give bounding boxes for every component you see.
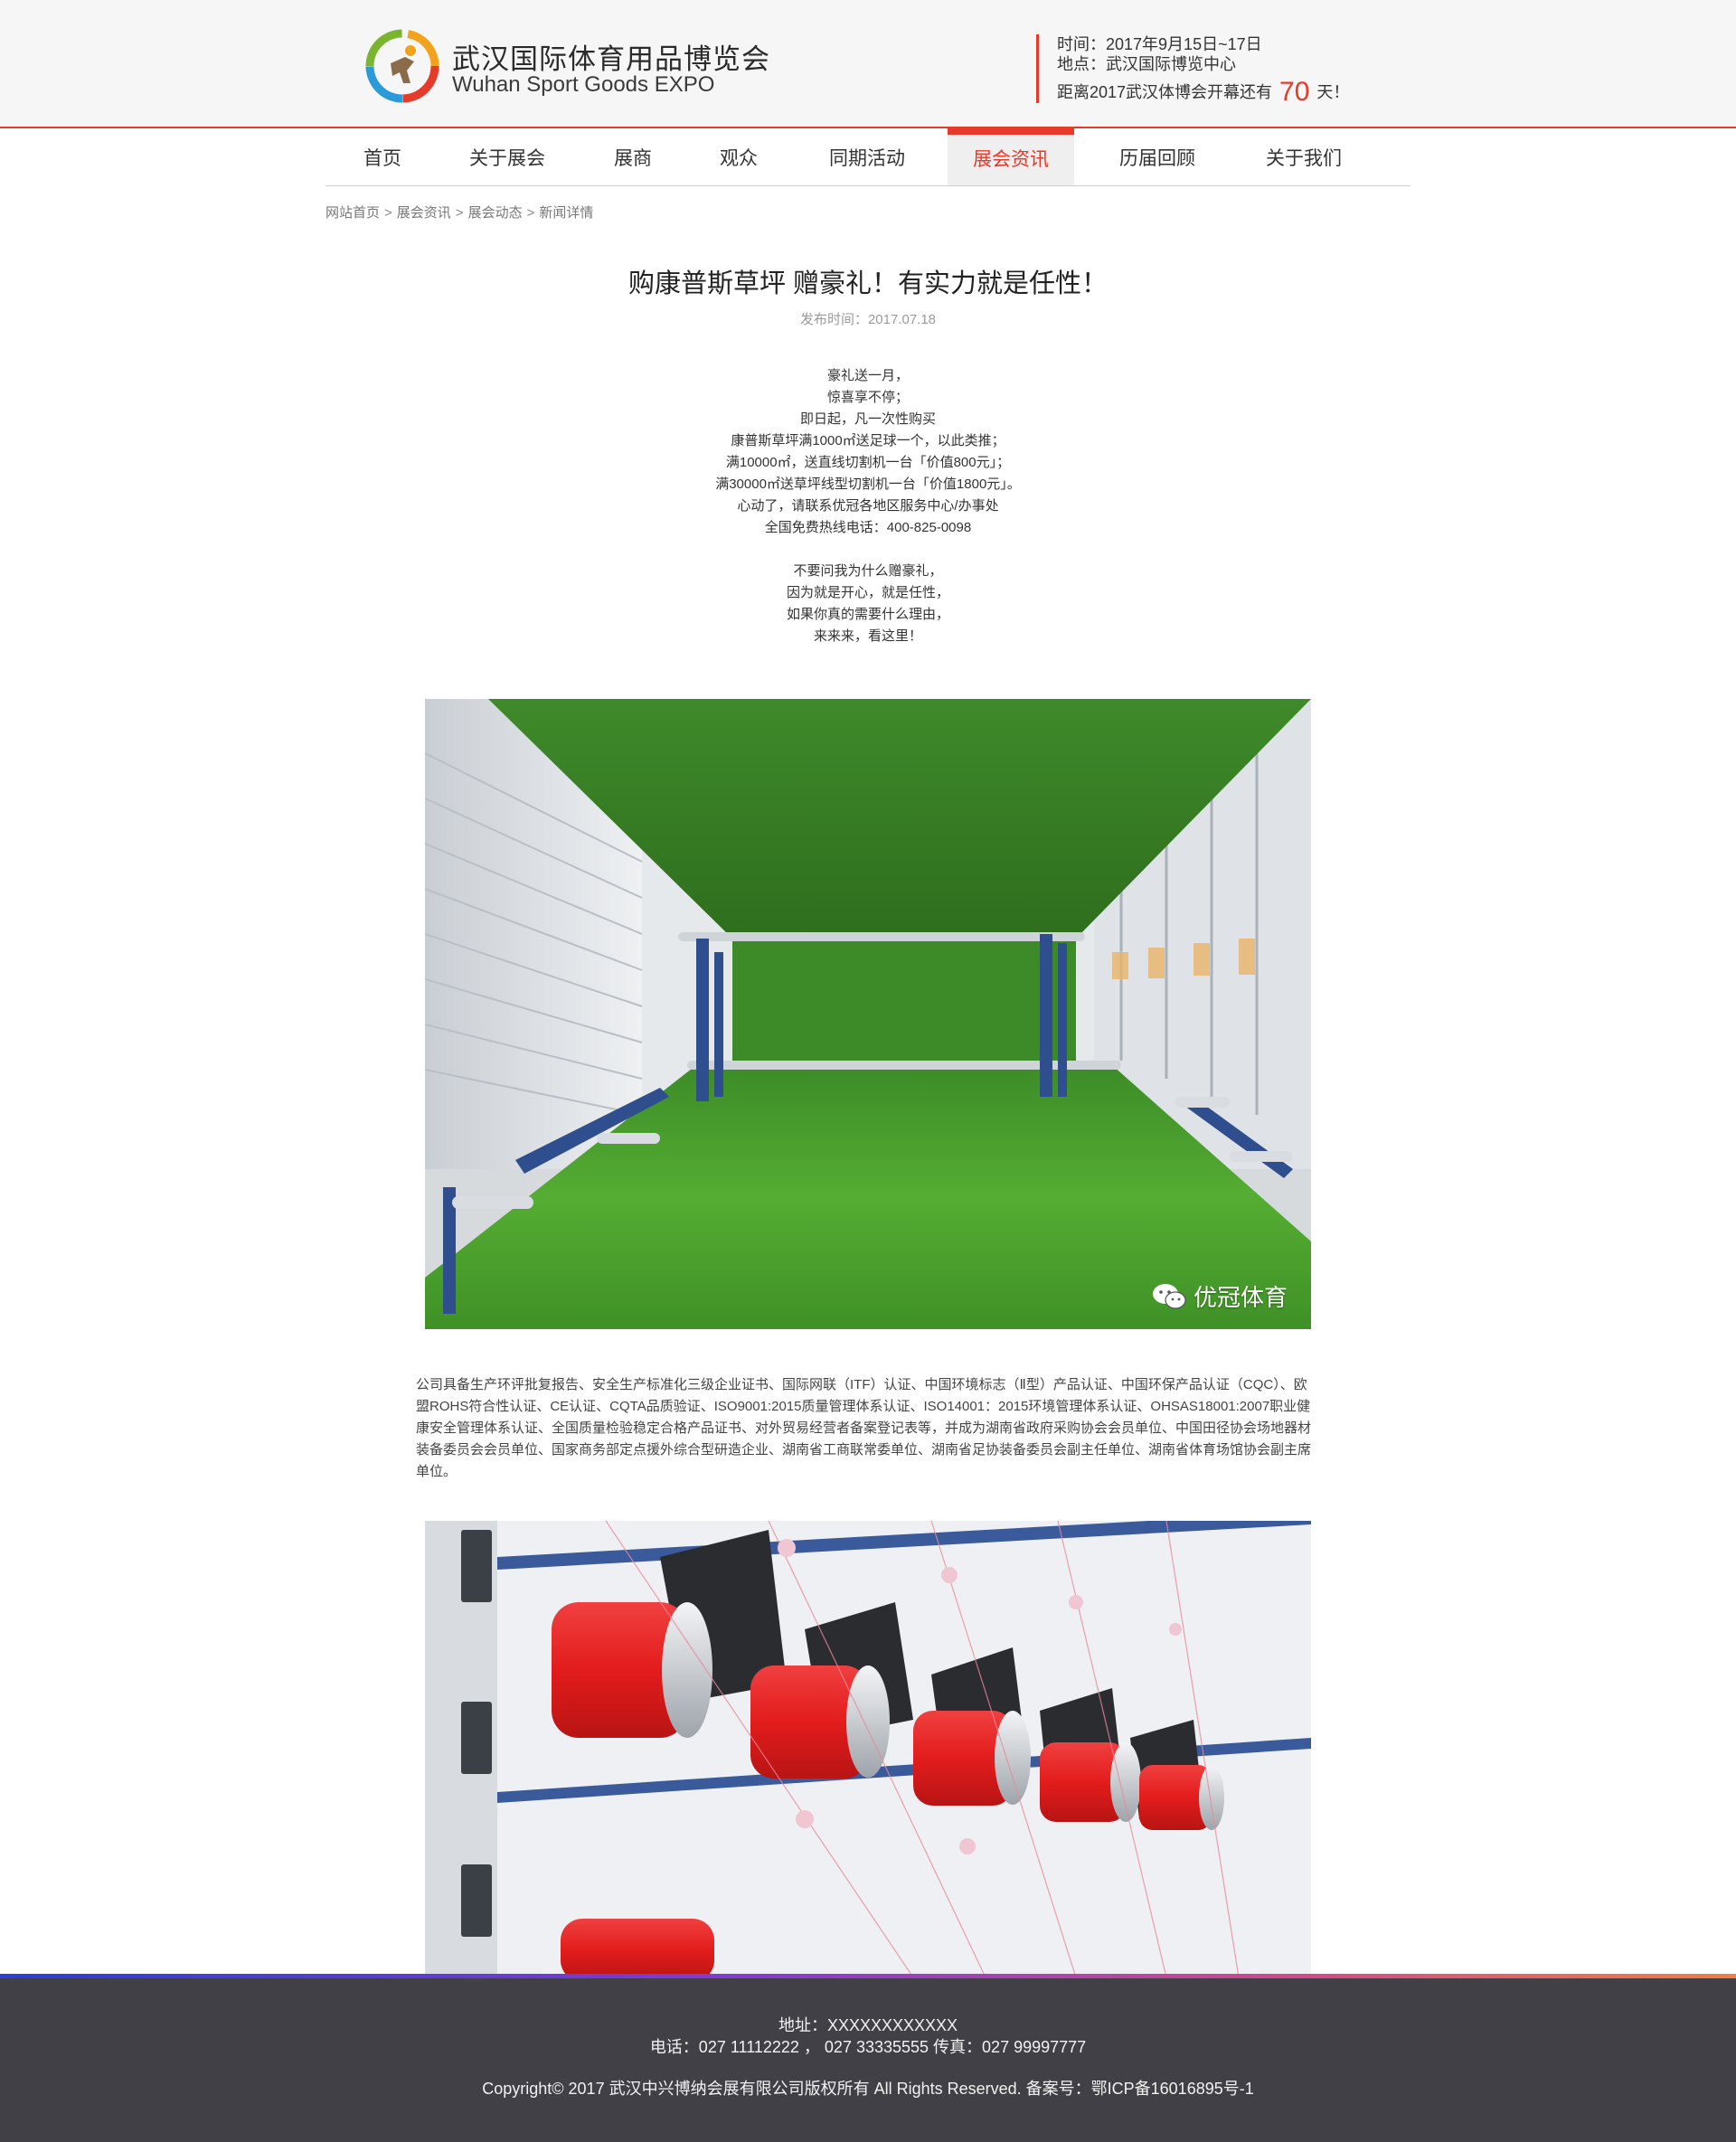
wechat-watermark: 优冠体育 xyxy=(1152,1279,1288,1313)
footer-phone: 电话：027 11112222 ， 027 33335555 传真：027 99… xyxy=(649,2038,1087,2056)
yarn-spools-illustration xyxy=(425,1521,1311,1977)
article-title: 购康普斯草坪 赠豪礼！有实力就是任性！ xyxy=(627,269,1109,298)
turf-production-photo: 优冠体育 xyxy=(425,699,1311,1329)
nav-exhibitors[interactable]: 展商 xyxy=(575,128,691,185)
article-intro: 豪礼送一月， 惊喜享不停； 即日起，凡一次性购买 康普斯草坪满1000㎡送足球一… xyxy=(506,365,1230,647)
intro-line: 心动了，请联系优冠各地区服务中心/办事处 xyxy=(737,498,999,514)
nav-events[interactable]: 同期活动 xyxy=(787,128,948,185)
footer-address: 地址：XXXXXXXXXXXX xyxy=(778,2016,958,2034)
intro-line: 惊喜享不停； xyxy=(826,390,909,405)
wechat-icon xyxy=(1152,1283,1186,1309)
nav-home[interactable]: 首页 xyxy=(326,128,439,185)
nav-past-review[interactable]: 历届回顾 xyxy=(1074,128,1241,185)
site-footer: 地址：XXXXXXXXXXXX 电话：027 11112222 ， 027 33… xyxy=(0,1974,1736,2142)
intro-line: 康普斯草坪满1000㎡送足球一个，以此类推； xyxy=(731,433,1005,448)
intro-line: 因为就是开心，就是任性， xyxy=(786,585,949,600)
intro-line: 全国免费热线电话：400-825-0098 xyxy=(764,520,972,535)
breadcrumb-separator: > xyxy=(526,205,535,221)
company-certifications-paragraph: 公司具备生产环评批复报告、安全生产标准化三级企业证书、国际网联（ITF）认证、中… xyxy=(416,1377,1312,1479)
intro-line: 不要问我为什么赠豪礼， xyxy=(793,563,943,579)
logo-english-name: Wuhan Sport Goods EXPO xyxy=(452,72,715,97)
countdown-suffix: 天！ xyxy=(1316,83,1350,101)
breadcrumb-home[interactable]: 网站首页 xyxy=(326,205,380,221)
intro-line: 来来来，看这里！ xyxy=(813,628,922,644)
countdown-prefix: 距离2017武汉体博会开幕还有 xyxy=(1057,83,1273,101)
breadcrumb-separator: > xyxy=(384,205,392,221)
intro-line: 满10000㎡，送直线切割机一台「价值800元」； xyxy=(725,455,1011,470)
intro-line: 即日起，凡一次性购买 xyxy=(799,411,936,427)
main-nav: 首页 关于展会 展商 观众 同期活动 展会资讯 历届回顾 关于我们 xyxy=(326,128,1410,186)
intro-line: 豪礼送一月， xyxy=(826,368,909,383)
footer-gradient-bar xyxy=(0,1974,1736,1978)
intro-line: 如果你真的需要什么理由， xyxy=(786,607,949,622)
breadcrumb-expo-news[interactable]: 展会资讯 xyxy=(397,205,451,221)
breadcrumb-separator: > xyxy=(455,205,464,221)
nav-expo-news[interactable]: 展会资讯 xyxy=(948,128,1074,185)
footer-copyright: Copyright© 2017 武汉中兴博纳会展有限公司版权所有 All Rig… xyxy=(482,2080,1254,2098)
breadcrumb-news-detail[interactable]: 新闻详情 xyxy=(539,205,593,221)
nav-about-expo[interactable]: 关于展会 xyxy=(439,128,575,185)
event-info: 时间：2017年9月15日~17日 地点：武汉国际博览中心 距离2017武汉体博… xyxy=(1036,34,1350,107)
watermark-text: 优冠体育 xyxy=(1193,1284,1288,1311)
logo-emblem-icon xyxy=(365,29,439,103)
nav-about-us[interactable]: 关于我们 xyxy=(1241,128,1367,185)
intro-line: 满30000㎡送草坪线型切割机一台「价值1800元」。 xyxy=(715,477,1021,492)
yarn-spools-photo xyxy=(425,1521,1311,1977)
countdown: 距离2017武汉体博会开幕还有 70 天！ xyxy=(1057,77,1350,107)
article-date: 发布时间：2017.07.18 xyxy=(799,312,937,327)
site-header: 武汉国际体育用品博览会 Wuhan Sport Goods EXPO 时间：20… xyxy=(0,0,1736,128)
logo-chinese-name: 武汉国际体育用品博览会 xyxy=(452,43,770,75)
event-time: 时间：2017年9月15日~17日 xyxy=(1057,35,1262,53)
nav-visitors[interactable]: 观众 xyxy=(691,128,787,185)
event-place: 地点：武汉国际博览中心 xyxy=(1057,55,1236,73)
breadcrumb-expo-updates[interactable]: 展会动态 xyxy=(468,205,523,221)
turf-production-illustration xyxy=(425,699,1311,1329)
countdown-days: 70 xyxy=(1279,77,1310,107)
breadcrumb: 网站首页 > 展会资讯 > 展会动态 > 新闻详情 xyxy=(326,203,593,222)
site-logo[interactable]: 武汉国际体育用品博览会 Wuhan Sport Goods EXPO xyxy=(363,27,769,105)
